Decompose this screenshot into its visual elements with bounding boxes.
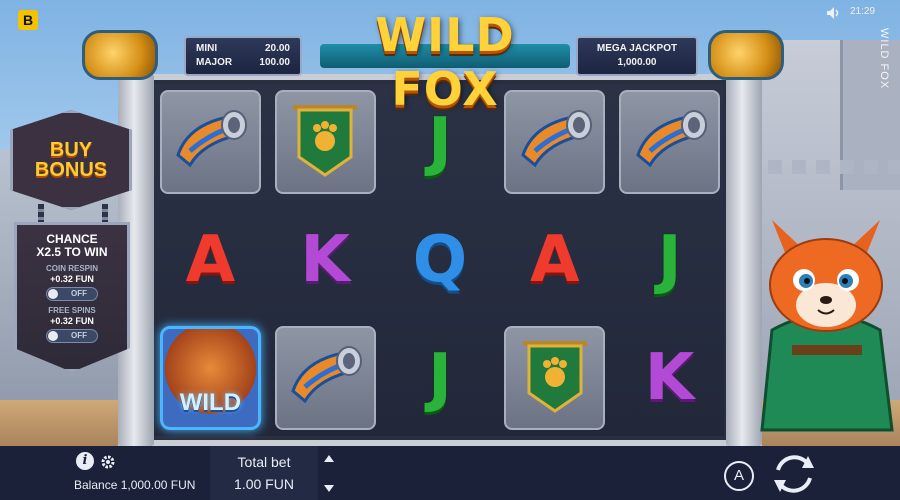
reel-cell: K <box>269 202 382 318</box>
major-value: 100.00 <box>259 57 290 68</box>
reel-cell <box>498 84 611 200</box>
reel-cell <box>154 84 267 200</box>
free-spins-label: FREE SPINS <box>48 306 96 315</box>
balance-text: Balance 1,000.00 FUN <box>74 478 196 492</box>
wild-label: WILD <box>179 389 242 416</box>
reel-cell: K <box>613 320 726 436</box>
wild-symbol-icon: WILD <box>160 326 261 430</box>
letter-symbol-j: J <box>657 223 682 297</box>
reels-grid: J A K Q A J WILD J K <box>154 84 726 436</box>
fox-character <box>760 220 894 432</box>
reel-cell <box>269 84 382 200</box>
letter-symbol-a: A <box>185 223 236 297</box>
reel-cell <box>269 320 382 436</box>
letter-symbol-k: K <box>644 341 695 415</box>
free-spins-toggle[interactable]: OFF <box>46 329 98 343</box>
horn-symbol-icon <box>168 105 252 180</box>
letter-symbol-q: Q <box>412 223 468 297</box>
coin-respin-price: +0.32 FUN <box>50 274 94 284</box>
letter-symbol-j: J <box>428 341 452 415</box>
letter-symbol-j: J <box>428 105 452 179</box>
chance-panel: CHANCE X2.5 TO WIN COIN RESPIN +0.32 FUN… <box>14 222 130 372</box>
free-spins-price: +0.32 FUN <box>50 316 94 326</box>
letter-symbol-k: K <box>300 223 350 297</box>
chance-title-line2: X2.5 TO WIN <box>36 245 108 259</box>
autoplay-button[interactable]: A <box>724 461 754 491</box>
toggle-knob <box>48 331 58 341</box>
spin-icon[interactable] <box>770 450 818 498</box>
game-screen: B 21:29 WILD FOX MINI 20.00 MAJOR 100.00… <box>0 0 900 500</box>
arrow-up-icon[interactable] <box>324 455 334 462</box>
free-spins-state: OFF <box>71 331 87 340</box>
reel-cell: J <box>613 202 726 318</box>
vertical-game-title: WILD FOX <box>878 28 890 90</box>
coin-respin-label: COIN RESPIN <box>45 264 98 273</box>
gear-icon[interactable] <box>100 454 116 470</box>
coin-respin-toggle[interactable]: OFF <box>46 287 98 301</box>
horn-symbol-icon <box>283 341 367 416</box>
reel-cell <box>498 320 611 436</box>
pillar-scroll-left <box>82 30 158 80</box>
logo-icon: B <box>18 10 38 30</box>
buy-bonus-button[interactable]: BUY BONUS <box>10 110 132 210</box>
coin-respin-state: OFF <box>71 289 87 298</box>
total-bet-label: Total bet <box>237 454 291 470</box>
reel-cell: A <box>498 202 611 318</box>
toggle-knob <box>48 289 58 299</box>
letter-symbol-a: A <box>530 223 580 297</box>
buy-bonus-line2: BONUS <box>34 159 108 181</box>
reel-cell: J <box>384 320 497 436</box>
clock: 21:29 <box>850 6 876 17</box>
mini-value: 20.00 <box>264 43 290 54</box>
arrow-down-icon[interactable] <box>324 485 334 492</box>
buy-bonus-line1: BUY <box>49 139 93 161</box>
mega-jackpot-panel: MEGA JACKPOT 1,000.00 <box>576 36 698 76</box>
horn-symbol-icon <box>628 105 712 180</box>
pillar-scroll-right <box>708 30 784 80</box>
paw-banner-symbol-icon <box>517 335 593 422</box>
reel-cell <box>613 84 726 200</box>
chance-title: CHANCE X2.5 TO WIN <box>17 233 127 259</box>
title-banner: WILD FOX <box>320 4 570 116</box>
mega-jackpot-value: 1,000.00 <box>617 57 657 68</box>
mega-jackpot-label: MEGA JACKPOT <box>596 43 678 54</box>
sound-icon[interactable] <box>826 6 842 20</box>
jackpot-panel-left: MINI 20.00 MAJOR 100.00 <box>184 36 302 76</box>
reel-cell: A <box>154 202 267 318</box>
reel-cell: Q <box>384 202 497 318</box>
paw-banner-symbol-icon <box>287 99 363 186</box>
mini-label: MINI <box>196 43 218 54</box>
reel-cell: WILD <box>154 320 267 436</box>
major-label: MAJOR <box>196 57 233 68</box>
info-icon[interactable]: i <box>76 452 94 470</box>
buy-bonus-label: BUY BONUS <box>35 140 107 180</box>
reel-cell: J <box>384 84 497 200</box>
total-bet-value: 1.00 FUN <box>234 476 294 492</box>
horn-symbol-icon <box>513 105 597 180</box>
